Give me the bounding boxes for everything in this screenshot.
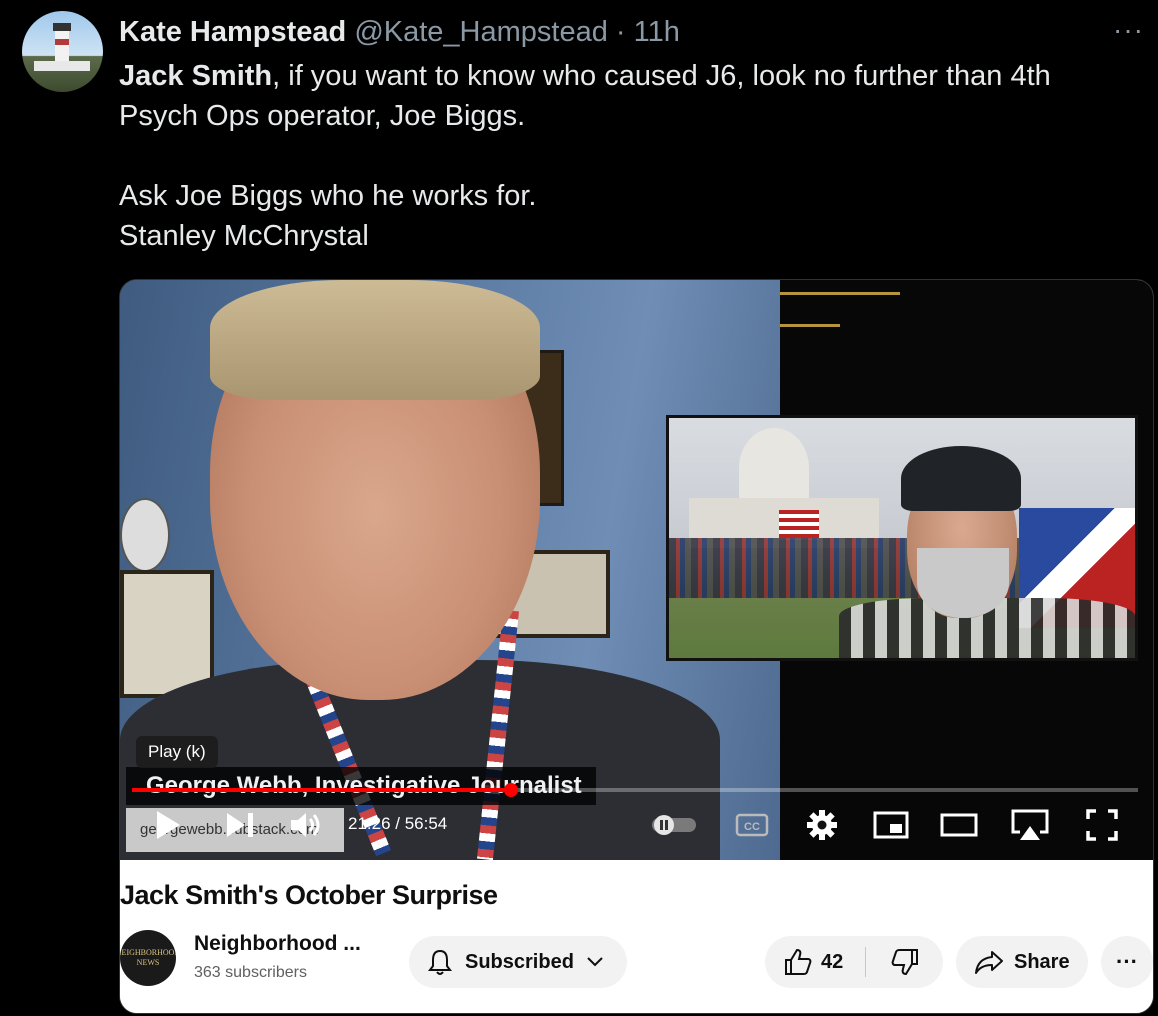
subscribed-label: Subscribed xyxy=(465,950,574,973)
gold-line xyxy=(780,324,840,327)
wall-frame xyxy=(120,570,214,698)
video-meta: Jack Smith's October Surprise NEIGHBORHO… xyxy=(120,860,1153,1013)
progress-played xyxy=(132,788,511,792)
inset-photo xyxy=(666,415,1138,661)
video-player[interactable]: George Webb, Investigative Journalist ge… xyxy=(120,280,1153,860)
video-card[interactable]: George Webb, Investigative Journalist ge… xyxy=(119,279,1154,1014)
channel-avatar[interactable]: NEIGHBORHOOD NEWS xyxy=(120,930,176,986)
thumbs-down-icon xyxy=(891,949,918,976)
miniplayer-icon[interactable] xyxy=(868,802,914,848)
share-icon xyxy=(975,951,1003,974)
like-dislike-group: 42 xyxy=(765,936,943,988)
tweet-line-2: Ask Joe Biggs who he works for. xyxy=(119,180,537,212)
captions-icon[interactable]: CC xyxy=(732,802,772,848)
like-count: 42 xyxy=(821,950,844,973)
player-controls: 21:26 / 56:54 CC xyxy=(120,802,1153,852)
flag xyxy=(779,510,819,540)
beanie xyxy=(901,446,1021,511)
gear-icon[interactable] xyxy=(800,802,844,848)
like-button[interactable]: 42 xyxy=(765,947,865,977)
progress-scrubber[interactable] xyxy=(503,783,518,797)
video-title[interactable]: Jack Smith's October Surprise xyxy=(120,880,498,911)
airplay-icon[interactable] xyxy=(1006,802,1054,848)
author-handle[interactable]: @Kate_Hampstead xyxy=(354,16,608,48)
wall-seal xyxy=(120,498,170,572)
chevron-down-icon xyxy=(587,957,603,967)
tweet-time[interactable]: 11h xyxy=(634,16,680,48)
speaker-hair xyxy=(210,280,540,400)
tweet-line-3: Stanley McChrystal xyxy=(119,220,369,252)
autoplay-toggle[interactable] xyxy=(648,802,700,848)
share-button[interactable]: Share xyxy=(956,936,1088,988)
thumbs-up-icon xyxy=(785,948,812,975)
subscribed-button[interactable]: Subscribed xyxy=(409,936,627,988)
channel-name[interactable]: Neighborhood ... xyxy=(194,932,361,956)
more-actions-button[interactable]: ··· xyxy=(1101,936,1153,988)
tweet-text: Jack Smith, if you want to know who caus… xyxy=(119,56,1129,256)
bell-icon xyxy=(428,949,452,975)
author-avatar[interactable] xyxy=(22,11,103,92)
author-name[interactable]: Kate Hampstead xyxy=(119,16,346,48)
subscriber-count: 363 subscribers xyxy=(194,964,307,981)
fullscreen-icon[interactable] xyxy=(1080,802,1124,848)
time-readout: 21:26 / 56:54 xyxy=(348,814,448,833)
separator: · xyxy=(615,16,626,48)
tweet-header: Kate Hampstead @Kate_Hampstead · 11h xyxy=(119,13,680,51)
theater-mode-icon[interactable] xyxy=(936,802,982,848)
lighthouse-image xyxy=(34,23,90,71)
volume-icon[interactable] xyxy=(286,802,326,848)
progress-bar[interactable] xyxy=(132,783,1138,797)
capitol-dome xyxy=(739,428,809,508)
captions-label: CC xyxy=(744,821,760,833)
gold-line xyxy=(780,292,900,295)
next-icon[interactable] xyxy=(220,802,260,848)
more-options-icon[interactable]: ··· xyxy=(1113,14,1144,46)
play-icon[interactable] xyxy=(146,802,190,848)
lower-third-name: George Webb, Investigative Journalist xyxy=(126,767,596,805)
channel-avatar-text: NEIGHBORHOOD NEWS xyxy=(120,948,176,967)
share-label: Share xyxy=(1014,950,1070,973)
play-tooltip: Play (k) xyxy=(136,736,218,768)
dislike-button[interactable] xyxy=(866,947,943,977)
mention: Jack Smith xyxy=(119,60,273,92)
beard xyxy=(917,548,1009,618)
